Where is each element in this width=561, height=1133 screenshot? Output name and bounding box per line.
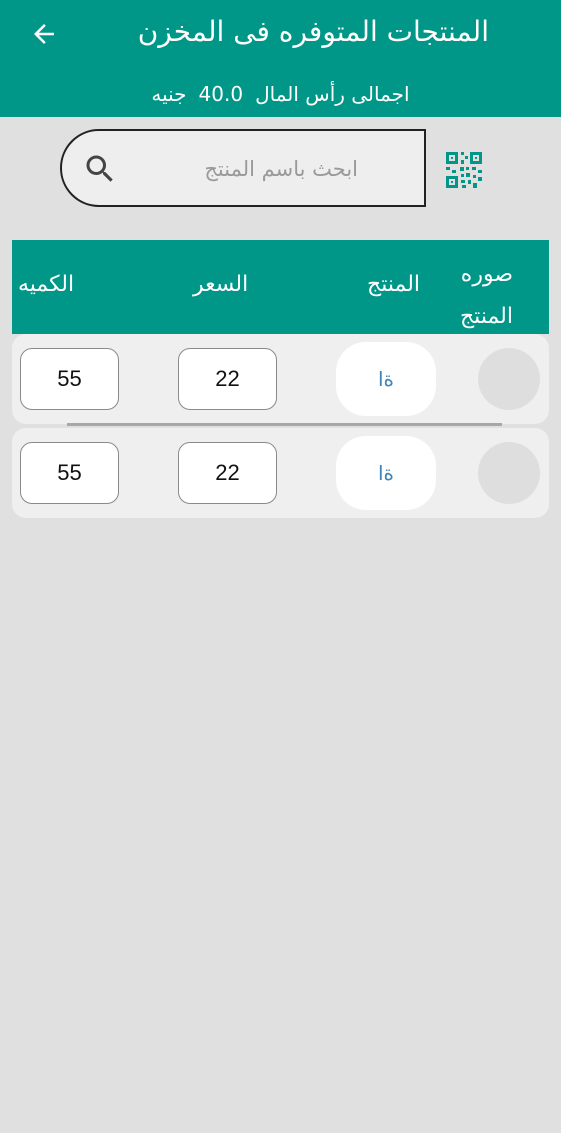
- search-icon[interactable]: [82, 151, 118, 187]
- price-field[interactable]: 22: [178, 348, 277, 410]
- capital-value: 40.0: [198, 82, 244, 106]
- qr-scan-button[interactable]: [444, 150, 484, 190]
- capital-summary: اجمالى رأس المال 40.0 جنيه: [0, 76, 561, 112]
- qr-code-icon: [446, 152, 482, 188]
- capital-label: اجمالى رأس المال: [255, 82, 410, 106]
- page-title: المنتجات المتوفره فى المخزن: [137, 15, 489, 48]
- table-header: صوره المنتج المنتج السعر الكميه: [12, 240, 549, 334]
- header-price: السعر: [193, 272, 249, 297]
- row-divider: [67, 423, 502, 426]
- price-field[interactable]: 22: [178, 442, 277, 504]
- search-input[interactable]: ابحث باسم المنتج: [60, 129, 426, 207]
- table-row[interactable]: ةا 22 55: [12, 334, 549, 424]
- quantity-field[interactable]: 55: [20, 348, 119, 410]
- product-image: [478, 442, 540, 504]
- header-product: المنتج: [367, 272, 421, 297]
- header-product-image: صوره المنتج: [459, 262, 513, 329]
- capital-currency: جنيه: [151, 82, 187, 106]
- table-row[interactable]: ةا 22 55: [12, 428, 549, 518]
- app-bar: المنتجات المتوفره فى المخزن اجمالى رأس ا…: [0, 0, 561, 117]
- back-button[interactable]: [22, 14, 66, 54]
- search-placeholder: ابحث باسم المنتج: [204, 157, 358, 181]
- quantity-field[interactable]: 55: [20, 442, 119, 504]
- product-image: [478, 348, 540, 410]
- product-name[interactable]: ةا: [336, 342, 436, 416]
- header-quantity: الكميه: [18, 272, 75, 297]
- product-name[interactable]: ةا: [336, 436, 436, 510]
- arrow-back-icon: [34, 24, 54, 44]
